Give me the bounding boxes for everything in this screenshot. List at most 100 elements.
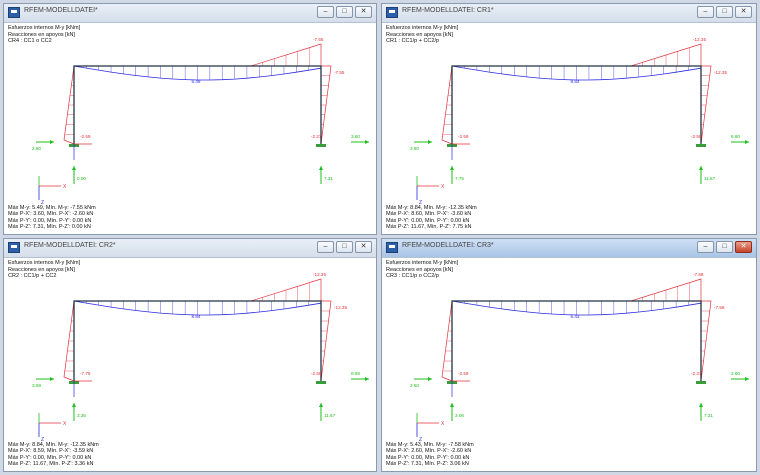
value-label-react-left-z: 3.06 bbox=[455, 413, 464, 418]
value-label-mid: 8.84 bbox=[571, 79, 580, 84]
value-label-react-right-x: 2.60 bbox=[731, 371, 740, 376]
value-label-react-left-z: 7.75 bbox=[455, 176, 464, 181]
window-titlebar[interactable]: RFEM-MODELLDATEI: CR3* – □ ✕ bbox=[382, 239, 756, 258]
model-canvas[interactable]: XZ5.43-7.58-7.58-2.59 -2.272.602.603.06 7.… bbox=[382, 257, 757, 472]
value-label-react-right-x: 3.60 bbox=[351, 134, 360, 139]
value-label-right-base: -2.27 bbox=[311, 134, 322, 139]
support-right bbox=[316, 381, 326, 384]
value-label-react-right-z: 7.31 bbox=[324, 176, 333, 181]
reaction-arrowhead bbox=[50, 140, 54, 144]
close-button[interactable]: ✕ bbox=[355, 241, 372, 253]
value-label-react-left-x: 2.60 bbox=[410, 383, 419, 388]
value-label-react-right-x: 8.60 bbox=[731, 134, 740, 139]
value-label-right-base: -2.27 bbox=[691, 371, 702, 376]
value-label-right-col: -12.35 bbox=[714, 70, 727, 75]
value-label-react-right-z: 7.31 bbox=[704, 413, 713, 418]
close-button[interactable]: ✕ bbox=[735, 6, 752, 18]
model-canvas[interactable]: XZ5.49-7.55-7.55-2.59 -2.272.603.600.00 7.… bbox=[4, 22, 377, 235]
value-label-top-right: -12.35 bbox=[693, 37, 706, 42]
value-label-react-left-x: 2.60 bbox=[32, 146, 41, 151]
summary-line-1: Máx M-y: 5.49, Mín. M-y: -7.55 kNm bbox=[8, 204, 96, 211]
value-label-react-left-x: 3.60 bbox=[410, 146, 419, 151]
rfem-app-icon bbox=[386, 7, 398, 18]
window-title: RFEM-MODELLDATEI: CR1* bbox=[402, 7, 494, 14]
minimize-button[interactable]: – bbox=[697, 241, 714, 253]
rfem-app-icon bbox=[386, 242, 398, 253]
frame-structure bbox=[36, 43, 369, 184]
result-summary: Máx M-y: 8.84, Mín. M-y: -12.35 kNm Máx … bbox=[8, 442, 99, 468]
frame-structure bbox=[36, 278, 369, 421]
summary-line-2: Máx P-X': 2.60, Mín. P-X': -2.60 kN bbox=[386, 448, 472, 455]
summary-line-2: Máx P-X': 8.60, Mín. P-X': -3.60 kN bbox=[386, 211, 472, 218]
maximize-button[interactable]: □ bbox=[336, 6, 353, 18]
summary-line-3: Máx P-Y': 0.00, Mín. P-Y': 0.00 kN bbox=[8, 217, 92, 224]
viewer-window-2[interactable]: RFEM-MODELLDATEI: CR1* – □ ✕ Esfuerzos i… bbox=[381, 3, 757, 235]
window-titlebar[interactable]: RFEM-MODELLDATEI: CR2* – □ ✕ bbox=[4, 239, 376, 258]
viewer-window-1[interactable]: RFEM-MODELLDATEI* – □ ✕ Esfuerzos intern… bbox=[3, 3, 377, 235]
value-label-top-right: -7.58 bbox=[693, 272, 704, 277]
result-summary: Máx M-y: 5.49, Mín. M-y: -7.55 kNm Máx P… bbox=[8, 205, 96, 231]
reaction-arrowhead bbox=[428, 377, 432, 381]
summary-line-2: Máx P-X': 3.60, Mín. P-X': -2.60 kN bbox=[8, 211, 94, 218]
support-right bbox=[316, 144, 326, 147]
value-label-left-base: -2.59 bbox=[458, 134, 469, 139]
model-canvas[interactable]: XZ8.84-12.35-12.35-7.79 -2.593.598.593.36… bbox=[4, 257, 377, 472]
reaction-arrowhead bbox=[365, 140, 369, 144]
viewer-window-3[interactable]: RFEM-MODELLDATEI: CR2* – □ ✕ Esfuerzos i… bbox=[3, 238, 377, 472]
result-summary: Máx M-y: 8.84, Mín. M-y: -12.35 kNm Máx … bbox=[386, 205, 477, 231]
window-title: RFEM-MODELLDATEI: CR2* bbox=[24, 242, 116, 249]
summary-line-3: Máx P-Y': 0.00, Mín. P-Y': 0.00 kN bbox=[386, 454, 470, 461]
minimize-button[interactable]: – bbox=[697, 6, 714, 18]
maximize-button[interactable]: □ bbox=[716, 241, 733, 253]
model-canvas[interactable]: XZ8.84-12.35-12.35-2.59 -2.593.608.607.75… bbox=[382, 22, 757, 235]
minimize-button[interactable]: – bbox=[317, 6, 334, 18]
support-right bbox=[696, 381, 706, 384]
value-label-left-base: -2.59 bbox=[458, 371, 469, 376]
close-button[interactable]: ✕ bbox=[355, 6, 372, 18]
value-label-right-base: -2.59 bbox=[311, 371, 322, 376]
summary-line-4: Máx P-Z': 7.31, Mín. P-Z': 0.00 kN bbox=[8, 224, 91, 231]
reaction-arrowhead bbox=[699, 166, 703, 170]
value-label-right-col: -12.35 bbox=[334, 305, 347, 310]
summary-line-1: Máx M-y: 8.84, Mín. M-y: -12.35 kNm bbox=[8, 441, 99, 448]
axis-x-label: X bbox=[441, 421, 445, 427]
reaction-arrowhead bbox=[450, 403, 454, 407]
rfem-app-icon bbox=[8, 242, 20, 253]
value-label-right-base: -2.59 bbox=[691, 134, 702, 139]
value-label-mid: 5.43 bbox=[571, 314, 580, 319]
value-label-mid: 8.84 bbox=[192, 314, 201, 319]
reaction-arrowhead bbox=[319, 166, 323, 170]
reaction-arrowhead bbox=[72, 166, 76, 170]
summary-line-4: Máx P-Z': 11.67, Mín. P-Z': 7.75 kN bbox=[386, 224, 472, 231]
window-titlebar[interactable]: RFEM-MODELLDATEI* – □ ✕ bbox=[4, 4, 376, 23]
value-label-left-base: -7.79 bbox=[80, 371, 91, 376]
window-title: RFEM-MODELLDATEI* bbox=[24, 7, 98, 14]
value-label-right-col: -7.55 bbox=[334, 70, 345, 75]
reaction-arrowhead bbox=[365, 377, 369, 381]
value-label-react-right-z: 11.67 bbox=[704, 176, 716, 181]
support-right bbox=[696, 144, 706, 147]
value-label-react-left-z: 3.36 bbox=[77, 413, 86, 418]
reaction-arrowhead bbox=[50, 377, 54, 381]
value-label-left-base: -2.59 bbox=[80, 134, 91, 139]
axis-x-label: X bbox=[63, 184, 67, 190]
summary-line-3: Máx P-Y': 0.00, Mín. P-Y': 0.00 kN bbox=[386, 217, 470, 224]
window-titlebar[interactable]: RFEM-MODELLDATEI: CR1* – □ ✕ bbox=[382, 4, 756, 23]
summary-line-4: Máx P-Z': 11.67, Mín. P-Z': 3.36 kN bbox=[8, 461, 94, 468]
reaction-arrowhead bbox=[72, 403, 76, 407]
value-label-react-left-z: 0.00 bbox=[77, 176, 86, 181]
value-label-react-left-x: 3.59 bbox=[32, 383, 41, 388]
reaction-arrowhead bbox=[428, 140, 432, 144]
result-summary: Máx M-y: 5.43, Mín. M-y: -7.58 kNm Máx P… bbox=[386, 442, 474, 468]
close-button[interactable]: ✕ bbox=[735, 241, 752, 253]
value-label-react-right-x: 8.59 bbox=[351, 371, 360, 376]
minimize-button[interactable]: – bbox=[317, 241, 334, 253]
value-label-top-right: -12.35 bbox=[313, 272, 326, 277]
frame-structure bbox=[414, 43, 749, 184]
summary-line-1: Máx M-y: 5.43, Mín. M-y: -7.58 kNm bbox=[386, 441, 474, 448]
maximize-button[interactable]: □ bbox=[716, 6, 733, 18]
viewer-window-4[interactable]: RFEM-MODELLDATEI: CR3* – □ ✕ Esfuerzos i… bbox=[381, 238, 757, 472]
value-label-mid: 5.49 bbox=[192, 79, 201, 84]
maximize-button[interactable]: □ bbox=[336, 241, 353, 253]
reaction-arrowhead bbox=[745, 377, 749, 381]
